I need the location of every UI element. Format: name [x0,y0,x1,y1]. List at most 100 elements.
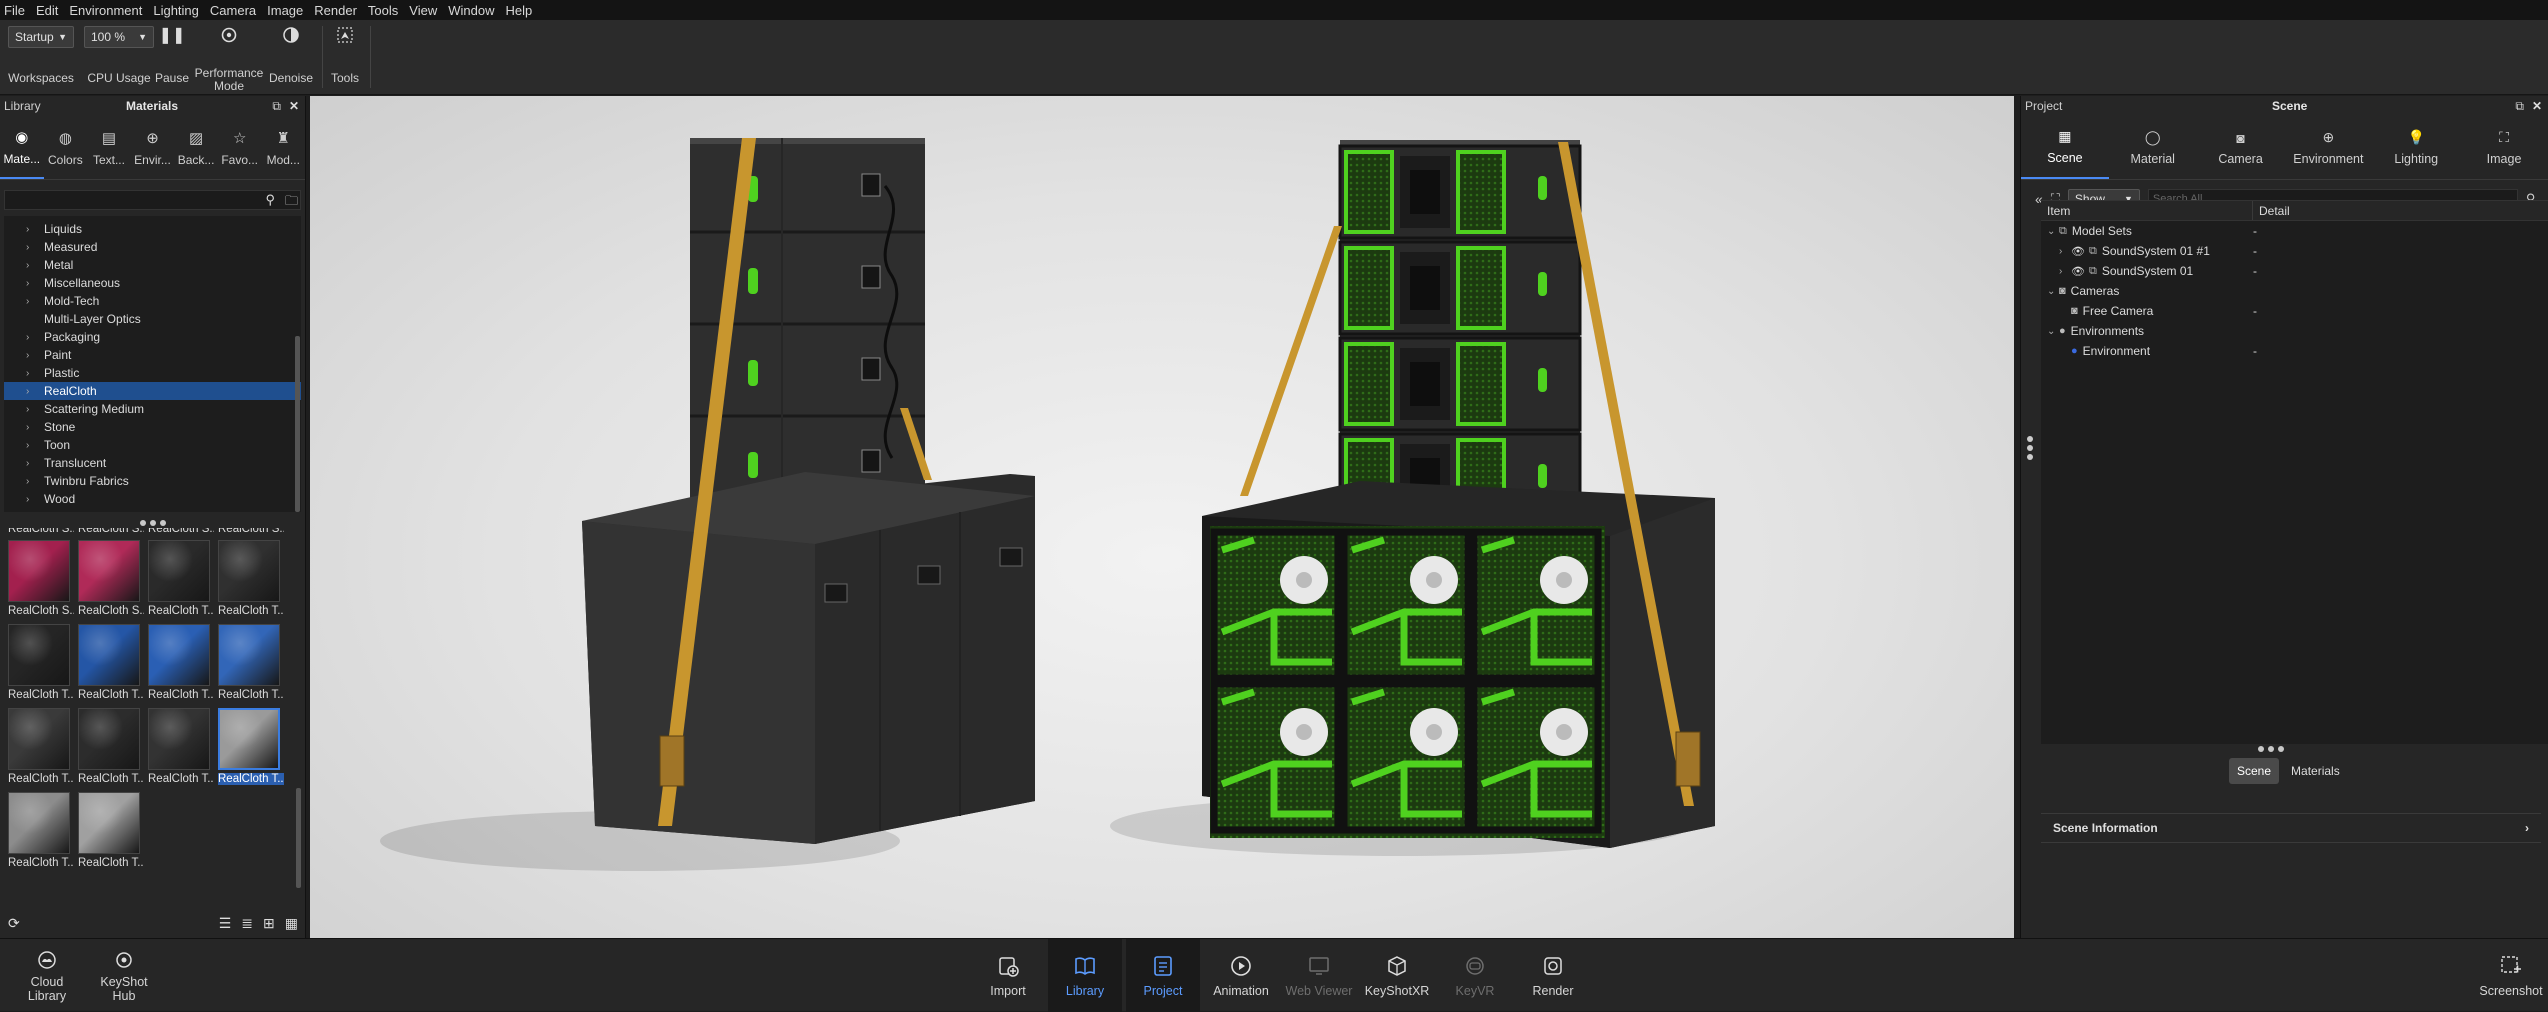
thumbnail-scrollbar[interactable] [296,788,301,888]
menu-item-camera[interactable]: Camera [210,3,256,18]
render-viewport[interactable] [310,96,2014,938]
scene-tree-row[interactable]: ⌄ ⧉ Model Sets - [2041,221,2548,241]
chevron-down-icon[interactable]: ⌄ [2047,286,2059,297]
chevron-right-icon[interactable]: › [26,440,29,451]
material-thumbnail[interactable]: RealCloth T... [218,624,284,701]
category-item[interactable]: › Toon [4,436,301,454]
menu-item-file[interactable]: File [4,3,25,18]
chevron-right-icon[interactable]: › [2059,246,2071,257]
material-thumbnail[interactable]: RealCloth S... [218,528,284,535]
pause-button[interactable]: ❚❚ Pause [155,20,189,95]
library-tab-4[interactable]: ▨ Back... [174,116,218,179]
web-viewer-button[interactable]: Web Viewer [1284,939,1354,1012]
menu-item-view[interactable]: View [409,3,437,18]
tools-button[interactable]: Tools [328,20,362,95]
menu-item-window[interactable]: Window [448,3,494,18]
panel-resize-handle[interactable] [2027,436,2033,460]
keyshotxr-button[interactable]: KeyShotXR [1362,939,1432,1012]
material-thumbnail[interactable]: RealCloth T... [78,708,144,785]
animation-button[interactable]: Animation [1206,939,1276,1012]
chevron-down-icon[interactable]: ⌄ [2047,326,2059,337]
category-item[interactable]: › Twinbru Fabrics [4,472,301,490]
chevron-right-icon[interactable]: › [26,242,29,253]
col-detail[interactable]: Detail [2253,201,2290,220]
material-thumbnail[interactable]: RealCloth T... [8,792,74,869]
project-tab-0[interactable]: ▦ Scene [2021,116,2109,179]
material-thumbnail[interactable]: RealCloth T... [148,540,214,617]
scene-tree-row[interactable]: › 👁 ⧉ SoundSystem 01 - [2041,261,2548,281]
category-item[interactable]: › Translucent [4,454,301,472]
render-button[interactable]: Render [1520,939,1586,1012]
col-item[interactable]: Item [2041,201,2253,220]
scene-tree-row[interactable]: ⌄ ◙ Cameras [2041,281,2548,301]
scene-tree-row[interactable]: › 👁 ⧉ SoundSystem 01 #1 - [2041,241,2548,261]
material-thumbnail[interactable]: RealCloth T... [78,624,144,701]
menu-item-edit[interactable]: Edit [36,3,58,18]
chevron-right-icon[interactable]: › [26,386,29,397]
scene-tree-row[interactable]: ◙ Free Camera - [2041,301,2548,321]
menu-item-tools[interactable]: Tools [368,3,398,18]
performance-mode-button[interactable]: Performance Mode [194,20,264,95]
category-item[interactable]: Multi-Layer Optics [4,310,301,328]
library-tab-1[interactable]: ◍ Colors [44,116,88,179]
chevron-right-icon[interactable]: › [26,404,29,415]
popout-icon[interactable]: ⧉ [2515,99,2524,114]
menu-item-environment[interactable]: Environment [69,3,142,18]
project-tab-3[interactable]: ⊕ Environment [2284,116,2372,179]
material-thumbnail[interactable]: RealCloth S... [148,528,214,535]
visibility-eye-icon[interactable]: 👁 [2071,265,2085,278]
material-thumbnail[interactable]: RealCloth S... [78,528,144,535]
chevron-right-icon[interactable]: › [26,260,29,271]
scene-information-section[interactable]: Scene Information › [2041,813,2541,843]
category-item[interactable]: › Stone [4,418,301,436]
menu-item-render[interactable]: Render [314,3,357,18]
small-grid-icon[interactable]: ⊞ [263,915,275,932]
workspace-select[interactable]: Startup ▼ [8,26,74,48]
library-button[interactable]: Library [1048,939,1122,1012]
material-thumbnail[interactable]: RealCloth S... [8,528,74,535]
category-item[interactable]: › Plastic [4,364,301,382]
close-icon[interactable]: ✕ [289,99,299,114]
library-tab-2[interactable]: ▤ Text... [87,116,131,179]
library-tab-6[interactable]: ♜ Mod... [261,116,305,179]
chevron-right-icon[interactable]: › [26,278,29,289]
chevron-right-icon[interactable]: › [26,494,29,505]
material-thumbnail[interactable]: RealCloth T... [218,708,284,785]
material-thumbnail[interactable]: RealCloth T... [8,708,74,785]
scene-toggle-button[interactable]: Scene [2229,758,2280,784]
chevron-right-icon[interactable]: › [26,422,29,433]
material-thumbnail[interactable]: RealCloth T... [148,624,214,701]
category-item[interactable]: › Scattering Medium [4,400,301,418]
material-thumbnail[interactable]: RealCloth T... [218,540,284,617]
keyshot-hub-button[interactable]: KeyShot Hub [98,939,150,1012]
category-item[interactable]: › RealCloth [4,382,301,400]
scene-tree-row[interactable]: ● Environment - [2041,341,2548,361]
material-thumbnail[interactable]: RealCloth T... [78,792,144,869]
category-scrollbar[interactable] [295,336,300,512]
chevron-right-icon[interactable]: › [26,368,29,379]
folder-filter-icon[interactable]: 🗀 [285,192,298,214]
close-icon[interactable]: ✕ [2532,99,2542,114]
scene-tree-row[interactable]: ⌄ ● Environments [2041,321,2548,341]
category-item[interactable]: › Miscellaneous [4,274,301,292]
cpu-usage-select[interactable]: 100 % ▼ [84,26,154,48]
project-button[interactable]: Project [1126,939,1200,1012]
category-item[interactable]: › Packaging [4,328,301,346]
refresh-icon[interactable]: ⟳ [8,915,20,932]
chevron-right-icon[interactable]: › [26,296,29,307]
splitter-handle[interactable] [0,518,305,528]
chevron-right-icon[interactable]: › [26,332,29,343]
material-thumbnail[interactable]: RealCloth S... [8,540,74,617]
category-item[interactable]: › Wood [4,490,301,508]
keyvr-button[interactable]: KeyVR [1442,939,1508,1012]
project-tab-2[interactable]: ◙ Camera [2197,116,2285,179]
cloud-library-button[interactable]: Cloud Library [22,939,72,1012]
project-tab-5[interactable]: ⛶ Image [2460,116,2548,179]
menu-item-help[interactable]: Help [505,3,532,18]
chevron-down-icon[interactable]: ⌄ [2047,226,2059,237]
search-icon[interactable]: ⚲ [265,192,275,214]
category-item[interactable]: › Paint [4,346,301,364]
category-item[interactable]: › Mold-Tech [4,292,301,310]
chevron-right-icon[interactable]: › [26,476,29,487]
chevron-right-icon[interactable]: › [2059,266,2071,277]
